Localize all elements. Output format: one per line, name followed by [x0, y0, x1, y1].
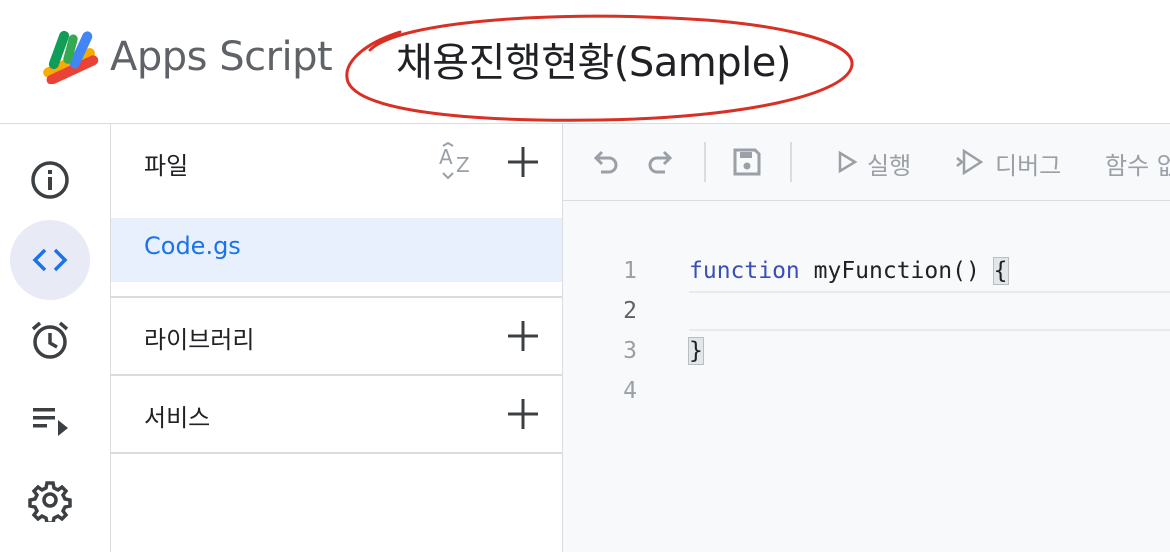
- plus-icon: [508, 399, 538, 429]
- files-panel: 파일 A Z Code.gs 라이브러리 서비스: [111, 124, 563, 552]
- alarm-clock-icon: [31, 321, 69, 359]
- toolbar-separator: [790, 142, 792, 182]
- svg-text:Z: Z: [456, 153, 470, 177]
- close-brace-token: }: [688, 337, 704, 365]
- libraries-heading: 라이브러리: [144, 326, 255, 354]
- add-file-button[interactable]: [503, 142, 543, 182]
- redo-button[interactable]: [643, 144, 679, 180]
- editor-toolbar: 실행 디버그 함수 없: [563, 124, 1170, 201]
- services-heading: 서비스: [144, 404, 211, 432]
- plus-icon: [508, 147, 538, 177]
- sort-files-button[interactable]: A Z: [437, 142, 477, 182]
- debug-button[interactable]: [953, 144, 989, 180]
- line-number: 2: [623, 298, 637, 324]
- app-name: Apps Script: [110, 34, 333, 80]
- current-line-highlight: [689, 291, 1170, 331]
- debug-icon: [956, 148, 984, 176]
- editor-button[interactable]: [10, 220, 90, 300]
- plus-icon: [508, 321, 538, 351]
- undo-button[interactable]: [587, 144, 623, 180]
- file-item-code-gs[interactable]: Code.gs: [111, 218, 562, 282]
- app-header: Apps Script 채용진행현황(Sample): [0, 0, 1170, 124]
- executions-icon: [33, 408, 68, 436]
- run-label[interactable]: 실행: [867, 146, 911, 181]
- function-signature-token: myFunction(): [799, 258, 994, 284]
- files-header: 파일 A Z: [111, 124, 562, 200]
- gear-icon: [28, 481, 72, 522]
- svg-text:A: A: [439, 145, 453, 169]
- executions-button[interactable]: [10, 380, 90, 460]
- code-line-1: function myFunction() {: [689, 257, 1009, 285]
- overview-button[interactable]: [10, 140, 90, 220]
- undo-icon: [593, 150, 618, 174]
- code-line-3: }: [688, 337, 704, 365]
- add-library-button[interactable]: [503, 316, 543, 356]
- line-number: 3: [623, 338, 637, 364]
- code-icon: [32, 248, 68, 272]
- toolbar-separator: [704, 142, 706, 182]
- play-icon: [838, 150, 858, 174]
- settings-button[interactable]: [10, 460, 90, 540]
- keyword-token: function: [689, 258, 800, 284]
- divider: [111, 452, 562, 454]
- run-button[interactable]: [829, 144, 865, 180]
- libraries-section: 라이브러리: [111, 298, 562, 374]
- open-brace-token: {: [992, 257, 1009, 285]
- services-section: 서비스: [111, 376, 562, 452]
- save-icon: [733, 148, 761, 176]
- apps-script-logo[interactable]: [32, 28, 102, 84]
- sort-az-icon: A Z: [439, 142, 470, 180]
- info-icon: [31, 161, 69, 199]
- debug-label[interactable]: 디버그: [995, 146, 1061, 181]
- code-content[interactable]: 1 2 3 4 function myFunction() { }: [563, 201, 1170, 552]
- line-number: 1: [623, 258, 637, 284]
- triggers-button[interactable]: [10, 300, 90, 380]
- project-title[interactable]: 채용진행현황(Sample): [396, 30, 792, 88]
- code-editor-area: 실행 디버그 함수 없 1 2 3 4 function myFunction(…: [563, 124, 1170, 552]
- files-heading: 파일: [144, 152, 189, 180]
- line-number: 4: [623, 378, 637, 404]
- function-select[interactable]: 함수 없: [1105, 146, 1170, 181]
- save-button[interactable]: [729, 144, 765, 180]
- redo-icon: [648, 150, 673, 174]
- file-name: Code.gs: [144, 232, 241, 260]
- left-nav-rail: [0, 124, 111, 552]
- add-service-button[interactable]: [503, 394, 543, 434]
